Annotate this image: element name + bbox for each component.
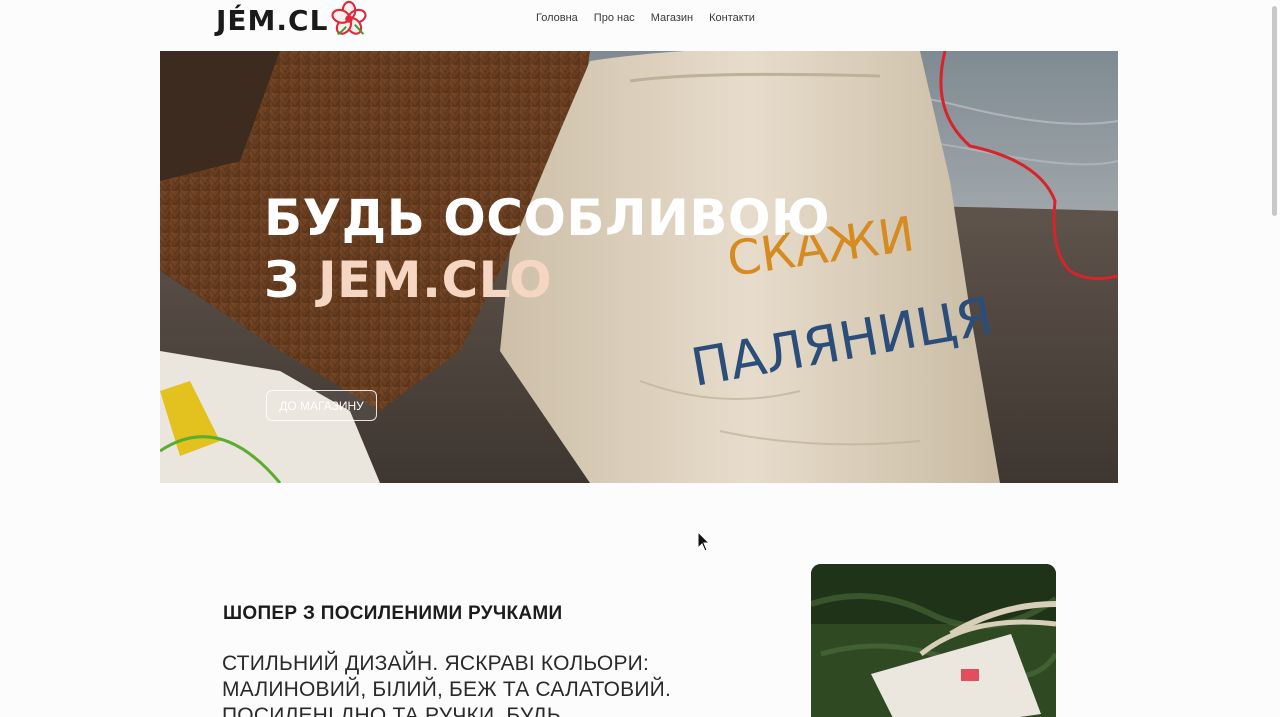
logo[interactable]: JÉM.CL (216, 0, 368, 40)
product-description: СТИЛЬНИЙ ДИЗАЙН. ЯСКРАВІ КОЛЬОРИ: МАЛИНО… (222, 652, 672, 717)
flower-logo-icon (331, 0, 367, 36)
page-scrollbar[interactable] (1272, 6, 1277, 216)
hero-title-accent: JEM.CLO (317, 251, 553, 309)
nav-home[interactable]: Головна (536, 12, 578, 24)
page: JÉM.CL Головна Про нас Магазин Контакти (0, 0, 1280, 717)
product-title: ШОПЕР З ПОСИЛЕНИМИ РУЧКАМИ (223, 603, 563, 624)
nav-contacts[interactable]: Контакти (709, 12, 755, 24)
product-image[interactable] (811, 564, 1056, 717)
logo-text: JÉM.CL (216, 3, 329, 37)
main-nav: Головна Про нас Магазин Контакти (536, 12, 755, 24)
hero-title-line2: З JEM.CLO (264, 249, 830, 311)
hero-title: БУДЬ ОСОБЛИВОЮ З JEM.CLO (264, 187, 830, 311)
mouse-cursor-icon (697, 531, 711, 552)
hero-title-prefix: З (264, 251, 318, 309)
go-to-shop-button[interactable]: ДО МАГАЗИНУ (266, 390, 377, 421)
hero-title-line1: БУДЬ ОСОБЛИВОЮ (264, 189, 831, 247)
product-photo (811, 564, 1056, 717)
hero-banner: СКАЖИ ПАЛЯНИЦЯ БУДЬ ОСОБЛИВОЮ З JEM.CLO … (160, 51, 1118, 483)
nav-about[interactable]: Про нас (594, 12, 635, 24)
nav-shop[interactable]: Магазин (651, 12, 693, 24)
site-header: JÉM.CL Головна Про нас Магазин Контакти (0, 0, 1280, 40)
